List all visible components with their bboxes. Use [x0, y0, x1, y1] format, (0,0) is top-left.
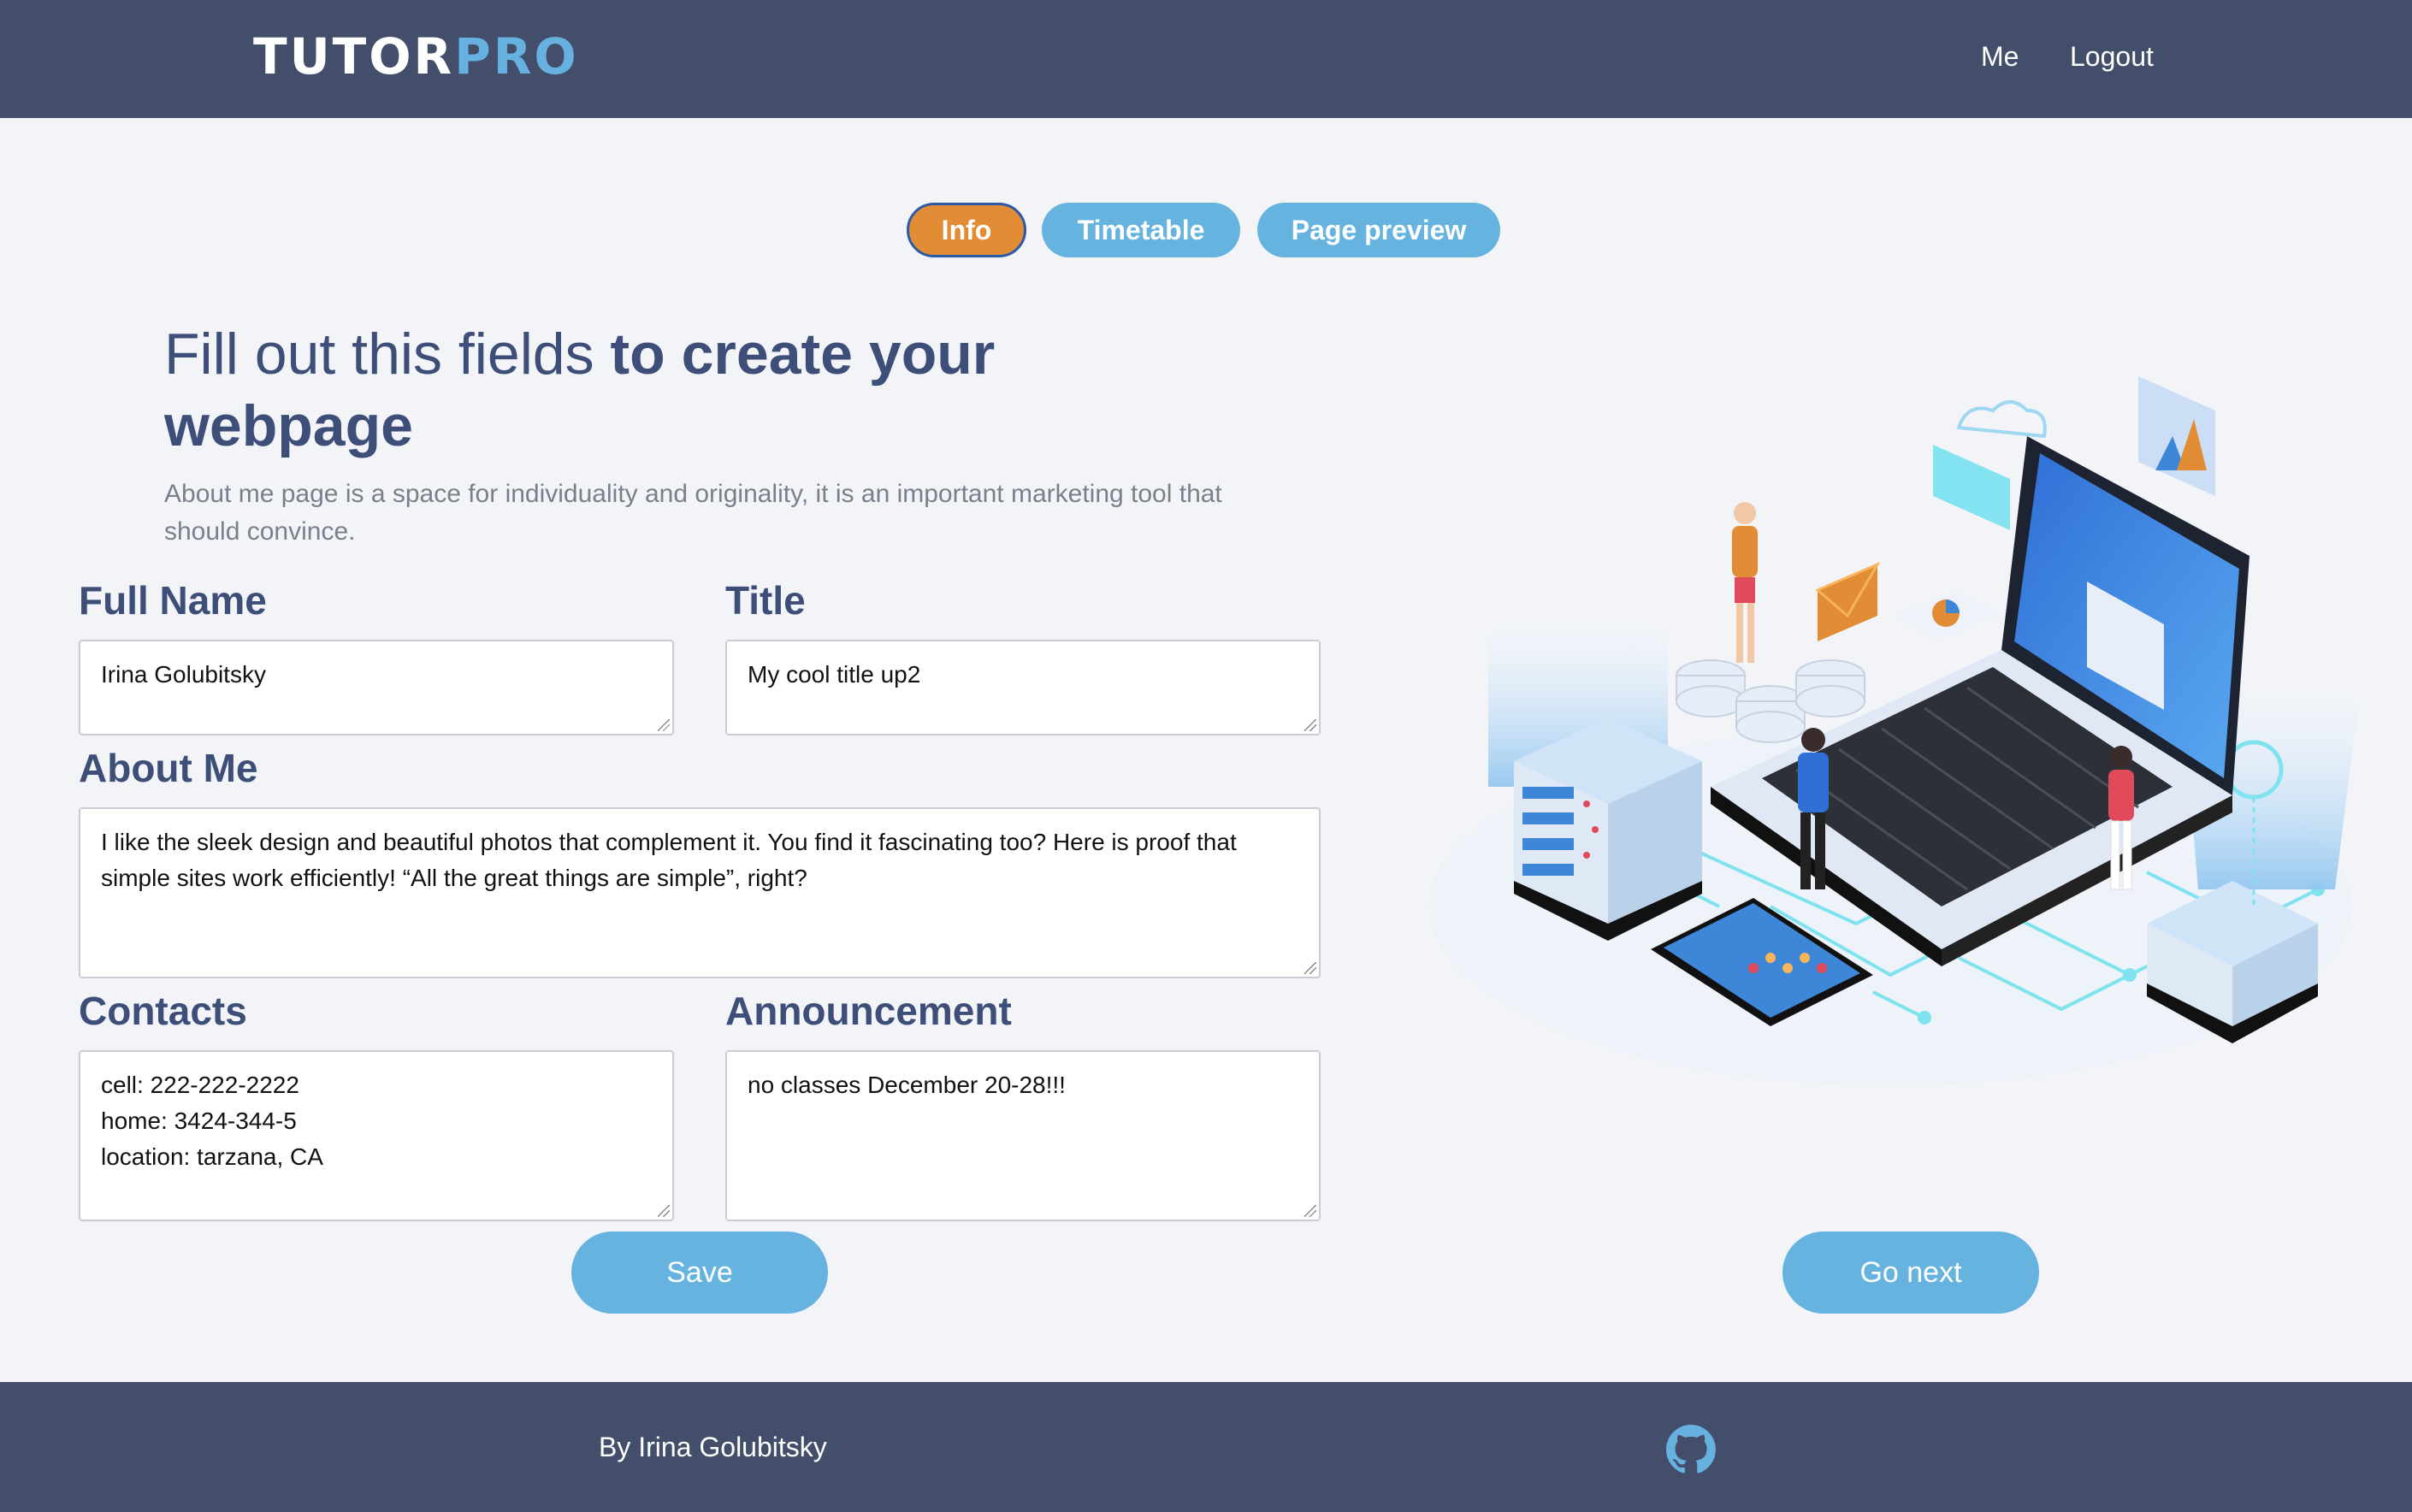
contacts-label: Contacts — [79, 989, 247, 1033]
about-me-field[interactable]: I like the sleek design and beautiful ph… — [79, 807, 1321, 978]
go-next-button[interactable]: Go next — [1782, 1231, 2039, 1314]
top-navbar: TUTORPRO Me Logout — [0, 0, 2412, 118]
title-field[interactable]: My cool title up2 — [725, 640, 1321, 735]
page-title: Fill out this fields to create your webp… — [164, 318, 1191, 462]
tab-timetable[interactable]: Timetable — [1042, 203, 1240, 257]
nav-link-me[interactable]: Me — [1981, 38, 2019, 75]
announcement-field[interactable]: no classes December 20-28!!! — [725, 1050, 1321, 1221]
logo[interactable]: TUTORPRO — [253, 24, 579, 89]
logo-text-tutor: TUTOR — [253, 27, 455, 86]
save-button[interactable]: Save — [571, 1231, 828, 1314]
isometric-tech-illustration — [1428, 376, 2361, 1086]
page-title-regular: Fill out this fields — [164, 322, 611, 387]
title-label: Title — [725, 578, 806, 623]
about-me-label: About Me — [79, 746, 258, 790]
footer: By Irina Golubitsky — [0, 1382, 2412, 1512]
tab-page-preview[interactable]: Page preview — [1257, 203, 1500, 257]
full-name-field[interactable]: Irina Golubitsky — [79, 640, 674, 735]
github-icon[interactable] — [1666, 1425, 1716, 1474]
tab-info[interactable]: Info — [907, 203, 1026, 257]
footer-credit: By Irina Golubitsky — [599, 1432, 827, 1462]
page-description: About me page is a space for individuali… — [164, 480, 1222, 546]
announcement-label: Announcement — [725, 989, 1012, 1033]
full-name-label: Full Name — [79, 578, 267, 623]
logo-text-pro: PRO — [454, 27, 579, 86]
nav-link-logout[interactable]: Logout — [2070, 38, 2154, 75]
contacts-field[interactable]: cell: 222-222-2222 home: 3424-344-5 loca… — [79, 1050, 674, 1221]
